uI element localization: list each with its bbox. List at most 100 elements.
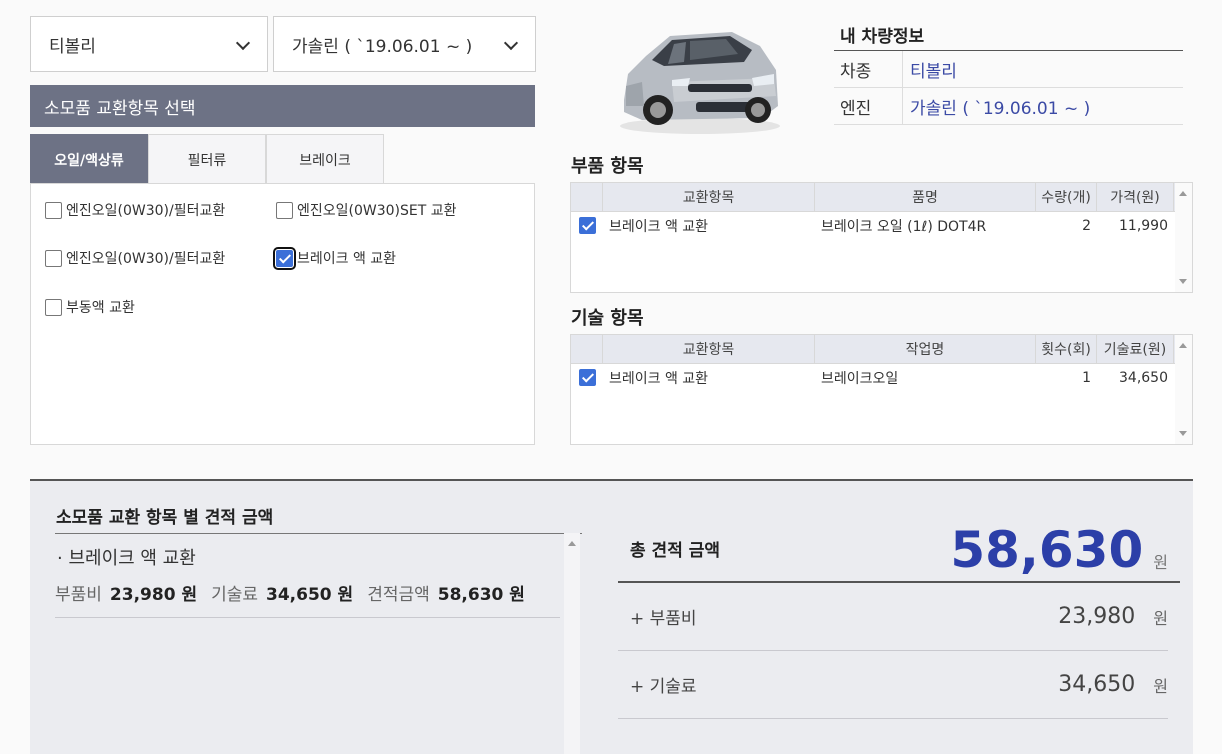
engine-select-value: 가솔린 ( `19.06.01 ~ ) [292,36,473,57]
estimate-panel: 소모품 교환 항목 별 견적 금액 · 브레이크 액 교환 부품비 23,980… [30,479,1193,754]
total-amount: 58,630 [950,521,1144,579]
tab-filter[interactable]: 필터류 [148,134,266,184]
model-select-value: 티볼리 [49,36,96,57]
check-label: 부동액 교환 [66,300,135,316]
estimate-item-values: 부품비 23,980 원 기술료 34,650 원 견적금액 58,630 원 [55,580,560,605]
labor-cost-value: 34,650 원 [266,585,354,605]
info-key: 엔진 [834,88,903,124]
tab-label: 브레이크 [299,152,351,169]
check-label: 브레이크 액 교환 [297,251,397,267]
scroll-up-icon[interactable] [1179,343,1187,348]
cell-price: 34,650 [1119,369,1168,386]
tab-brake[interactable]: 브레이크 [266,134,384,184]
parts-cost-value: 23,980 원 [109,585,198,605]
header-check-cell [571,183,603,211]
total-row-parts: + 부품비 23,980 원 [618,583,1168,651]
parts-title: 부품 항목 [571,156,644,177]
total-header: 총 견적 금액 58,630 원 [618,521,1180,583]
scroll-up-icon[interactable] [1179,191,1187,196]
vehicle-image [620,32,780,134]
estimate-list: · 브레이크 액 교환 부품비 23,980 원 기술료 34,650 원 견적… [55,533,582,754]
table-row[interactable]: 브레이크 액 교환 브레이크 오일 (1ℓ) DOT4R 2 11,990 [571,212,1192,239]
cell-item: 브레이크 액 교환 [609,370,709,387]
parts-grid: 교환항목 품명 수량(개) 가격(원) 브레이크 액 교환 브레이크 오일 (1… [570,182,1193,293]
parts-grid-header: 교환항목 품명 수량(개) 가격(원) [571,183,1192,212]
info-value: 티볼리 [910,61,957,82]
table-row[interactable]: 브레이크 액 교환 브레이크오일 1 34,650 [571,364,1192,391]
labor-grid-header: 교환항목 작업명 횟수(회) 기술료(원) [571,335,1192,364]
estimate-item-name: · 브레이크 액 교환 [57,548,196,569]
check-coolant[interactable]: 부동액 교환 [45,297,135,317]
scrollbar[interactable] [1175,335,1192,444]
header-cell: 횟수(회) [1036,335,1097,363]
info-row-model: 차종 티볼리 [834,51,1183,88]
check-engine-oil-set[interactable]: 엔진오일(0W30)SET 교환 [276,200,457,220]
tab-label: 필터류 [187,152,227,169]
tab-label: 오일/액상류 [54,152,124,169]
vehicle-info-title: 내 차량정보 [840,27,925,47]
header-cell: 가격(원) [1097,183,1174,211]
list-item: · 브레이크 액 교환 부품비 23,980 원 기술료 34,650 원 견적… [55,534,560,618]
info-row-engine: 엔진 가솔린 ( `19.06.01 ~ ) [834,88,1183,125]
header-cell: 수량(개) [1036,183,1097,211]
scroll-down-icon[interactable] [1179,279,1187,284]
checkbox-checked[interactable] [578,217,596,234]
total-unit: 원 [1153,553,1168,572]
checkbox[interactable] [45,201,62,219]
total-label: 총 견적 금액 [630,541,721,561]
vehicle-info-table: 차종 티볼리 엔진 가솔린 ( `19.06.01 ~ ) [834,50,1183,125]
section-title-bar: 소모품 교환항목 선택 [30,85,535,127]
check-label: 엔진오일(0W30)SET 교환 [297,203,457,219]
estimate-title: 소모품 교환 항목 별 견적 금액 [56,508,274,528]
model-select[interactable]: 티볼리 [30,16,268,72]
engine-select[interactable]: 가솔린 ( `19.06.01 ~ ) [273,16,536,72]
check-brake-fluid[interactable]: 브레이크 액 교환 [273,246,397,270]
row-check-cell [571,212,603,239]
check-label: 엔진오일(0W30)/필터교환 [66,203,226,219]
labor-cost-label: 기술료 [211,585,259,605]
cell-item: 브레이크 액 교환 [609,218,709,235]
row-amount-wrap: 34,650 원 [1058,672,1168,697]
row-unit: 원 [1153,676,1168,696]
item-checklist: 엔진오일(0W30)/필터교환 엔진오일(0W30)SET 교환 엔진오일(0W… [30,183,535,445]
estimate-amount-value: 58,630 원 [437,585,525,605]
chevron-down-icon [237,38,249,50]
total-amount-wrap: 58,630 원 [950,525,1180,575]
checkbox-checked[interactable] [578,369,596,386]
section-title: 소모품 교환항목 선택 [44,98,196,119]
cell-qty: 2 [1082,217,1091,234]
cell-name: 브레이크 오일 (1ℓ) DOT4R [821,218,987,235]
row-unit: 원 [1153,608,1168,628]
header-cell: 교환항목 [603,335,815,363]
check-engine-oil-filter-1[interactable]: 엔진오일(0W30)/필터교환 [45,200,225,220]
cell-qty: 1 [1082,369,1091,386]
info-key: 차종 [834,51,903,87]
checkbox[interactable] [276,201,293,219]
total-row-labor: + 기술료 34,650 원 [618,651,1168,719]
labor-grid: 교환항목 작업명 횟수(회) 기술료(원) 브레이크 액 교환 브레이크오일 1… [570,334,1193,445]
header-cell: 기술료(원) [1097,335,1174,363]
row-check-cell [571,364,603,391]
checkbox[interactable] [45,249,62,267]
scrollbar[interactable] [1175,183,1192,292]
cell-name: 브레이크오일 [821,370,899,387]
header-check-cell [571,335,603,363]
checkbox-checked[interactable] [273,246,296,270]
row-amount: 23,980 [1058,604,1136,629]
tab-oil-fluid[interactable]: 오일/액상류 [30,134,148,184]
checkbox[interactable] [45,298,62,316]
chevron-down-icon [505,38,517,50]
row-amount-wrap: 23,980 원 [1058,604,1168,629]
row-label: + 기술료 [630,677,697,697]
check-label: 엔진오일(0W30)/필터교환 [66,251,226,267]
header-cell: 작업명 [815,335,1036,363]
scrollbar[interactable] [564,533,580,754]
header-cell: 교환항목 [603,183,815,211]
header-cell: 품명 [815,183,1036,211]
row-amount: 34,650 [1058,672,1136,697]
parts-cost-label: 부품비 [55,585,102,605]
scroll-down-icon[interactable] [1179,431,1187,436]
info-value: 가솔린 ( `19.06.01 ~ ) [910,98,1091,119]
row-label: + 부품비 [630,609,697,629]
check-engine-oil-filter-2[interactable]: 엔진오일(0W30)/필터교환 [45,248,225,268]
